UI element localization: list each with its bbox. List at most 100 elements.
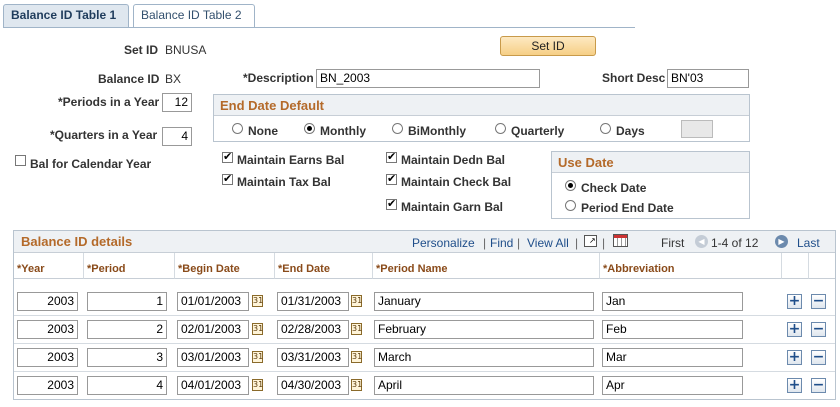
- first-label: First: [661, 236, 685, 250]
- row3-begin-date[interactable]: 03/01/2003: [177, 348, 249, 367]
- last-link[interactable]: Last: [797, 236, 820, 250]
- row1-abbreviation[interactable]: Jan: [602, 292, 743, 311]
- col-begin-date: *Begin Date: [175, 253, 275, 279]
- previous-icon[interactable]: ◀: [695, 235, 708, 248]
- row1-period[interactable]: 1: [87, 292, 167, 311]
- calendar-icon[interactable]: 31: [351, 295, 362, 307]
- row3-period[interactable]: 3: [87, 348, 167, 367]
- row1-year[interactable]: 2003: [17, 292, 78, 311]
- row4-period[interactable]: 4: [87, 376, 167, 395]
- find-link[interactable]: Find: [490, 236, 513, 250]
- next-icon[interactable]: ▶: [775, 235, 788, 248]
- days-field[interactable]: [681, 120, 713, 138]
- maintain-dedn-checkbox[interactable]: [386, 150, 397, 163]
- personalize-link[interactable]: Personalize: [412, 236, 475, 250]
- add-row-button[interactable]: +: [787, 294, 802, 309]
- col-add: [782, 253, 809, 279]
- row2-end-date[interactable]: 02/28/2003: [277, 320, 349, 339]
- add-row-button[interactable]: +: [787, 378, 802, 393]
- delete-row-button[interactable]: −: [811, 378, 826, 393]
- quarters-label: *Quarters in a Year: [50, 128, 158, 142]
- add-row-button[interactable]: +: [787, 350, 802, 365]
- download-spreadsheet-icon[interactable]: [613, 234, 628, 247]
- maintain-garn-checkbox[interactable]: [386, 197, 397, 210]
- row1-period-name[interactable]: January: [374, 292, 594, 311]
- usedate-option-periodend: Period End Date: [581, 201, 674, 215]
- maintain-dedn-label: Maintain Dedn Bal: [401, 153, 506, 167]
- balanceid-value: BX: [165, 72, 182, 86]
- calendar-icon[interactable]: 31: [351, 379, 362, 391]
- shortdesc-label: Short Desc: [602, 71, 666, 85]
- calendar-icon[interactable]: 31: [252, 351, 263, 363]
- tab-balance-id-table-1[interactable]: Balance ID Table 1: [3, 4, 129, 28]
- balance-details-grid: Balance ID details Personalize | Find | …: [13, 230, 836, 400]
- delete-row-button[interactable]: −: [811, 350, 826, 365]
- row2-abbreviation[interactable]: Feb: [602, 320, 743, 339]
- pagination-range: 1-4 of 12: [711, 236, 759, 250]
- col-period-name: *Period Name: [373, 253, 600, 279]
- calendar-icon[interactable]: 31: [252, 379, 263, 391]
- usedate-option-check: Check Date: [581, 181, 647, 195]
- calendar-icon[interactable]: 31: [351, 323, 362, 335]
- row-divider: [14, 343, 835, 344]
- periods-field[interactable]: 12: [162, 93, 192, 112]
- col-period: *Period: [84, 253, 175, 279]
- maintain-tax-label: Maintain Tax Bal: [237, 175, 331, 189]
- setid-value: BNUSA: [165, 43, 207, 57]
- shortdesc-field[interactable]: BN'03: [667, 69, 749, 88]
- col-abbreviation: *Abbreviation: [600, 253, 782, 279]
- row4-period-name[interactable]: April: [374, 376, 594, 395]
- enddate-radio-none[interactable]: [232, 123, 243, 134]
- row3-period-name[interactable]: March: [374, 348, 594, 367]
- maintain-earns-checkbox[interactable]: [222, 150, 233, 163]
- calyear-checkbox[interactable]: [15, 155, 26, 166]
- row4-end-date[interactable]: 04/30/2003: [277, 376, 349, 395]
- row1-end-date[interactable]: 01/31/2003: [277, 292, 349, 311]
- enddate-radio-quarterly[interactable]: [495, 123, 506, 134]
- enddate-title: End Date Default: [214, 95, 749, 116]
- maintain-garn-label: Maintain Garn Bal: [401, 200, 504, 214]
- enddate-option-quarterly: Quarterly: [511, 124, 565, 138]
- delete-row-button[interactable]: −: [811, 322, 826, 337]
- row3-end-date[interactable]: 03/31/2003: [277, 348, 349, 367]
- enddate-option-bimonthly: BiMonthly: [408, 124, 466, 138]
- enddate-radio-bimonthly[interactable]: [392, 123, 403, 134]
- row1-begin-date[interactable]: 01/01/2003: [177, 292, 249, 311]
- quarters-field[interactable]: 4: [162, 127, 192, 146]
- row3-year[interactable]: 2003: [17, 348, 78, 367]
- description-field[interactable]: BN_2003: [316, 69, 540, 88]
- row3-abbreviation[interactable]: Mar: [602, 348, 743, 367]
- separator: |: [575, 236, 579, 250]
- maintain-tax-checkbox[interactable]: [222, 172, 233, 185]
- maintain-check-label: Maintain Check Bal: [401, 175, 512, 189]
- usedate-radio-check[interactable]: [565, 180, 576, 191]
- enddate-radio-days[interactable]: [600, 123, 611, 134]
- grid-header: Balance ID details Personalize | Find | …: [14, 231, 835, 253]
- enddate-radio-monthly[interactable]: [304, 123, 315, 134]
- spreadsheet-header-bar: [614, 235, 627, 238]
- row-divider: [14, 315, 835, 316]
- add-row-button[interactable]: +: [787, 322, 802, 337]
- zoom-icon[interactable]: ↗: [584, 235, 597, 247]
- setid-label: Set ID: [124, 43, 159, 57]
- row4-begin-date[interactable]: 04/01/2003: [177, 376, 249, 395]
- row4-abbreviation[interactable]: Apr: [602, 376, 743, 395]
- setid-button[interactable]: Set ID: [500, 36, 596, 56]
- usedate-radio-periodend[interactable]: [565, 200, 576, 211]
- enddate-option-monthly: Monthly: [320, 124, 366, 138]
- row2-period-name[interactable]: February: [374, 320, 594, 339]
- separator: |: [602, 236, 606, 250]
- row4-year[interactable]: 2003: [17, 376, 78, 395]
- calendar-icon[interactable]: 31: [252, 323, 263, 335]
- row2-year[interactable]: 2003: [17, 320, 78, 339]
- maintain-check-checkbox[interactable]: [386, 172, 397, 185]
- row2-period[interactable]: 2: [87, 320, 167, 339]
- delete-row-button[interactable]: −: [811, 294, 826, 309]
- calendar-icon[interactable]: 31: [351, 351, 362, 363]
- calendar-icon[interactable]: 31: [252, 295, 263, 307]
- col-end-date: *End Date: [275, 253, 373, 279]
- row2-begin-date[interactable]: 02/01/2003: [177, 320, 249, 339]
- arrow-glyph: ↗: [589, 236, 596, 245]
- tab-balance-id-table-2[interactable]: Balance ID Table 2: [133, 4, 255, 27]
- viewall-link[interactable]: View All: [527, 236, 569, 250]
